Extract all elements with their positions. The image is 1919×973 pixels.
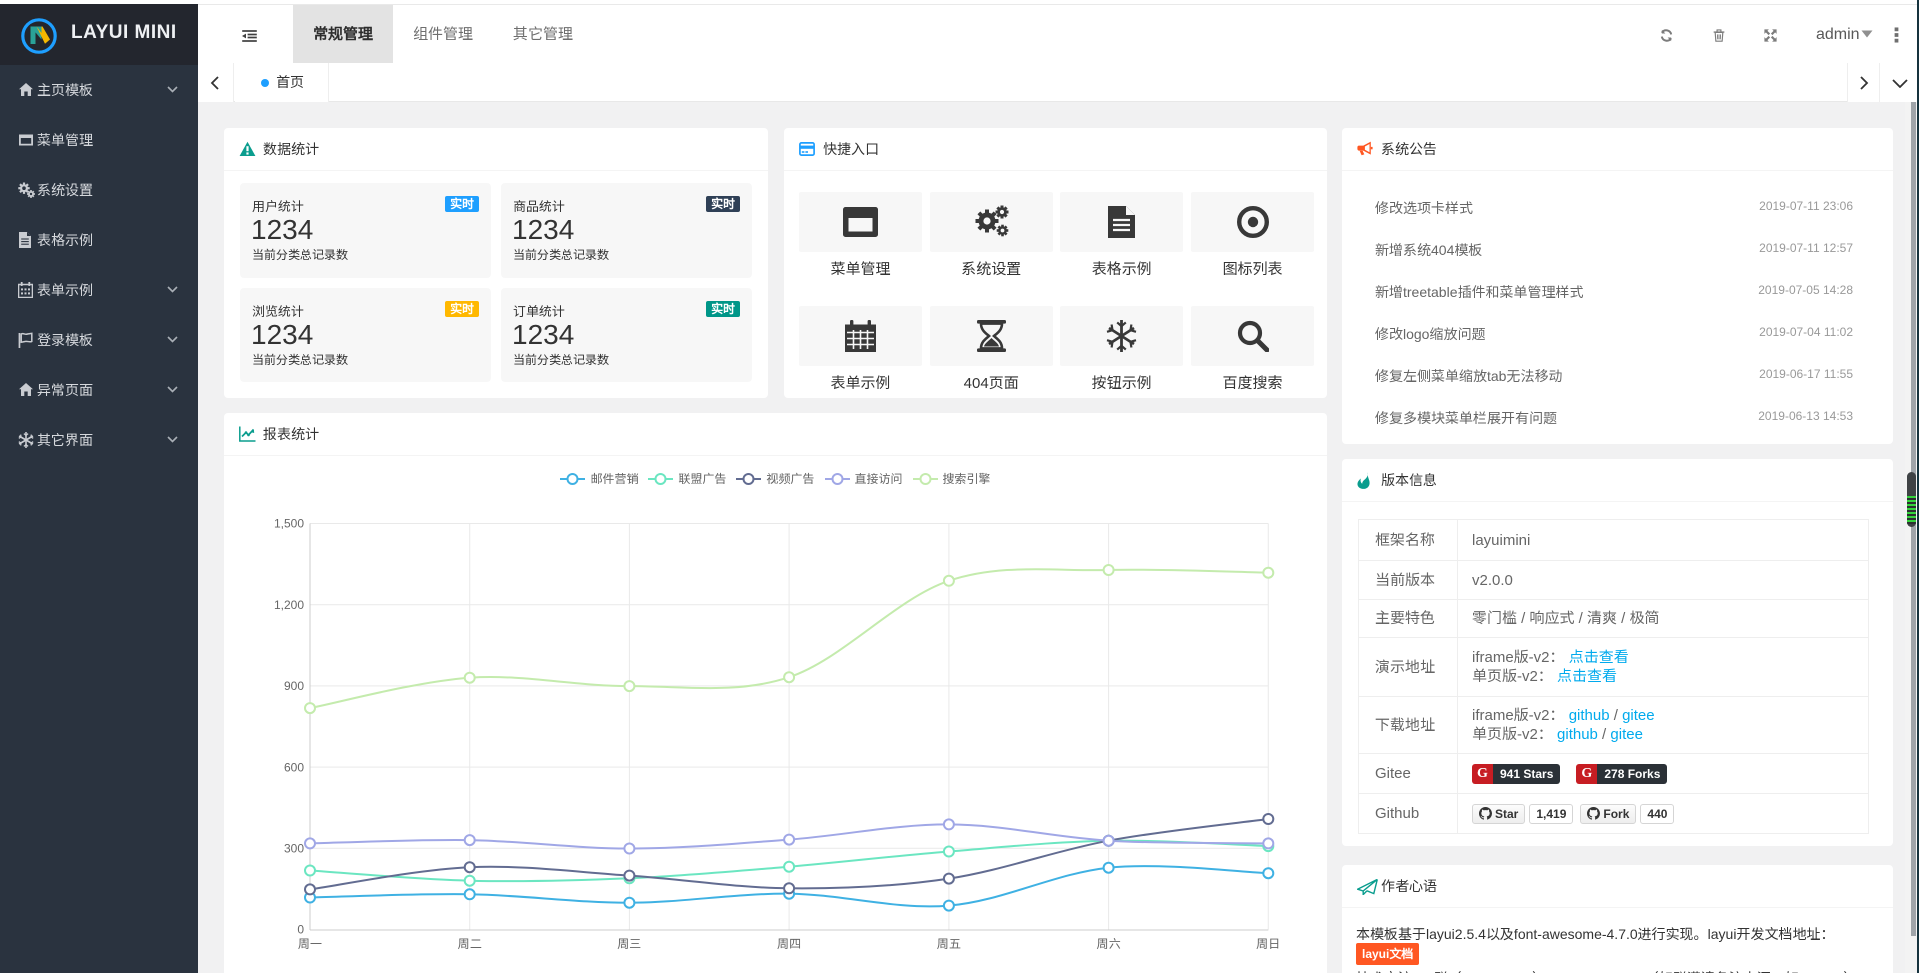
svg-text:周五: 周五	[937, 937, 961, 951]
svg-text:周二: 周二	[458, 937, 482, 951]
svg-text:300: 300	[284, 842, 304, 856]
svg-text:周三: 周三	[617, 937, 641, 951]
svg-text:1,200: 1,200	[274, 598, 304, 612]
svg-text:周六: 周六	[1097, 937, 1121, 951]
svg-text:周一: 周一	[298, 937, 322, 951]
svg-text:0: 0	[297, 923, 304, 937]
svg-text:1,500: 1,500	[274, 517, 304, 531]
svg-text:600: 600	[284, 760, 304, 774]
svg-text:周日: 周日	[1256, 937, 1280, 951]
svg-text:周四: 周四	[777, 937, 801, 951]
svg-text:900: 900	[284, 679, 304, 693]
